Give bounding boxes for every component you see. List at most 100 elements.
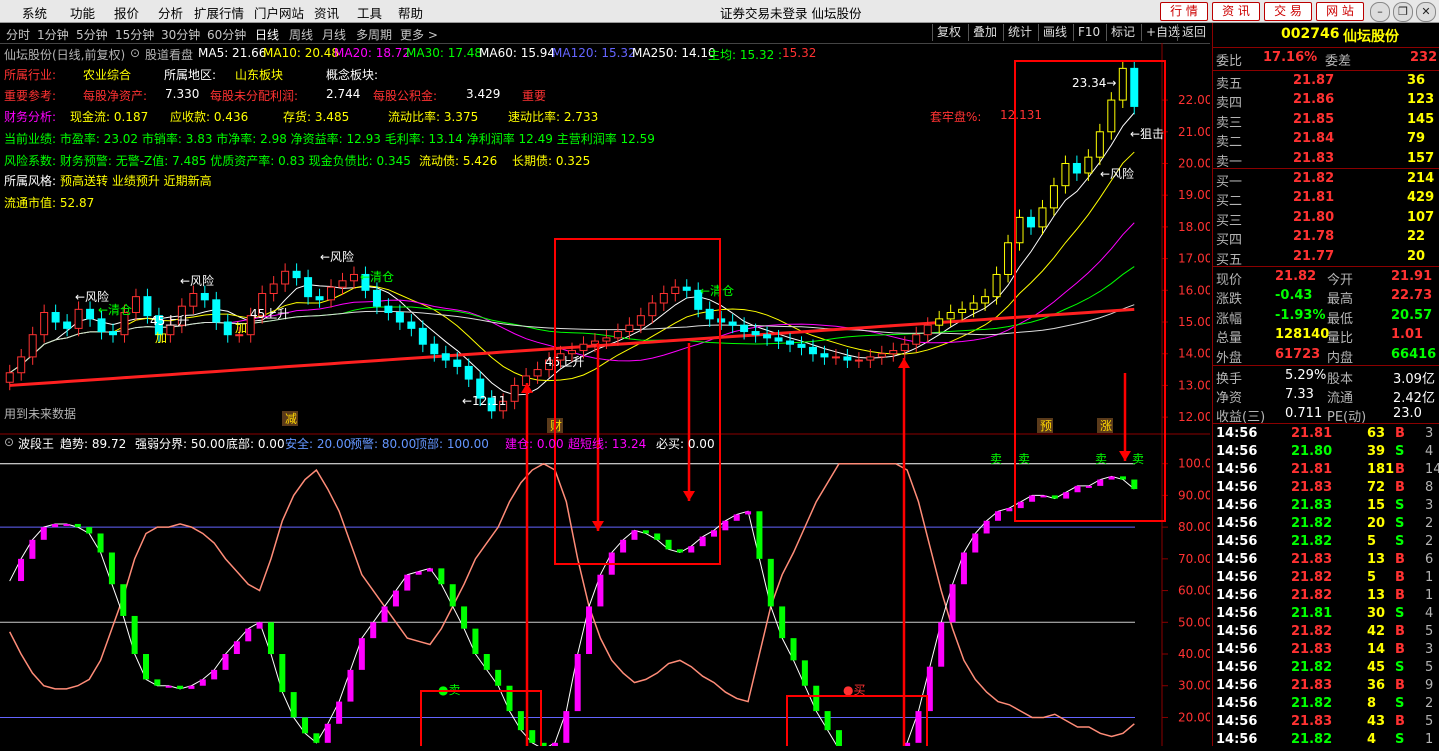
osc-tick-label: 30.00 <box>1178 679 1210 693</box>
trend-bar <box>665 539 672 550</box>
chart-area[interactable]: 12.00 13.00 14.00 15.00 16.00 17.00 18.00 19.00… <box>0 43 1210 746</box>
market-button[interactable]: 行 情 <box>1160 2 1208 21</box>
bid-level[interactable]: 买五 21.77 20 <box>1213 248 1439 268</box>
close-icon[interactable]: ✕ <box>1416 2 1436 22</box>
tick-row[interactable]: 14:56 21.80 39 S 4 <box>1213 443 1439 463</box>
tick-row-cell: 21.81 <box>1291 462 1333 477</box>
candle-body <box>292 270 301 279</box>
ask-level[interactable]: 卖三 21.85 145 <box>1213 111 1439 131</box>
trend-bar <box>688 546 695 553</box>
trend-bar <box>1119 476 1126 480</box>
f10-button[interactable]: F10 <box>1073 24 1104 41</box>
tick-row[interactable]: 14:56 21.82 42 B 5 <box>1213 623 1439 643</box>
ask-level[interactable]: 卖五 21.87 36 <box>1213 72 1439 92</box>
zone-label: ●买 <box>843 683 865 697</box>
candle-body <box>751 331 760 336</box>
news-button[interactable]: 资 讯 <box>1212 2 1260 21</box>
tab-intraday[interactable]: 分时 <box>6 26 30 43</box>
bid-level[interactable]: 买三 21.80 107 <box>1213 209 1439 229</box>
stat-row[interactable]: 现价 21.82 今开 21.91 <box>1213 268 1439 288</box>
stat2-row[interactable]: 收益(三) 0.711 PE(动) 23.0 <box>1213 405 1439 425</box>
tick-row[interactable]: 14:56 21.83 72 B 8 <box>1213 479 1439 499</box>
candle-body <box>338 280 347 288</box>
tick-row[interactable]: 14:56 21.83 14 B 3 <box>1213 641 1439 661</box>
back-button[interactable]: 返回 <box>1177 24 1210 41</box>
stat-row[interactable]: 外盘 61723 内盘 66416 <box>1213 346 1439 366</box>
tick-row[interactable]: 14:56 21.81 181 B 14 <box>1213 461 1439 481</box>
tick-row[interactable]: 14:56 21.83 15 S 3 <box>1213 497 1439 517</box>
ask-level[interactable]: 卖一 21.83 157 <box>1213 150 1439 170</box>
tick-row[interactable]: 14:56 21.82 8 S 2 <box>1213 695 1439 715</box>
stat-row[interactable]: 涨跌 -0.43 最高 22.73 <box>1213 287 1439 307</box>
candle-body <box>464 365 473 380</box>
tick-row[interactable]: 14:56 21.82 4 S 1 <box>1213 731 1439 751</box>
menu-news[interactable]: 资讯 <box>314 3 339 22</box>
candle-body <box>912 334 921 345</box>
tick-row-cell: 14:56 <box>1216 696 1258 711</box>
safe-value: 安全: 20.00 <box>285 437 352 451</box>
candle-body <box>189 292 198 307</box>
candle-body <box>453 359 462 367</box>
menu-system[interactable]: 系统 <box>22 3 47 22</box>
tab-monthly[interactable]: 月线 <box>322 26 346 43</box>
tick-row-cell: S <box>1395 606 1405 621</box>
stat2-row[interactable]: 净资 7.33 流通 2.42亿 <box>1213 386 1439 406</box>
menu-tools[interactable]: 工具 <box>357 3 382 22</box>
tab-more[interactable]: 更多 > <box>400 26 438 43</box>
tick-row[interactable]: 14:56 21.82 5 B 1 <box>1213 569 1439 589</box>
tab-daily[interactable]: 日线 <box>255 26 279 43</box>
adjust-button[interactable]: 复权 <box>932 24 965 41</box>
candle-body <box>372 289 381 307</box>
tab-5min[interactable]: 5分钟 <box>76 26 108 43</box>
mark-button[interactable]: 标记 <box>1106 24 1139 41</box>
stat2-row[interactable]: 换手 5.29% 股本 3.09亿 <box>1213 367 1439 387</box>
ask-level[interactable]: 卖四 21.86 123 <box>1213 91 1439 111</box>
stat-row[interactable]: 总量 128140 量比 1.01 <box>1213 326 1439 346</box>
tab-30min[interactable]: 30分钟 <box>161 26 200 43</box>
tick-row[interactable]: 14:56 21.82 45 S 5 <box>1213 659 1439 679</box>
tab-1min[interactable]: 1分钟 <box>37 26 69 43</box>
arrow-head <box>898 358 910 368</box>
restore-icon[interactable]: ❐ <box>1393 2 1413 22</box>
bid-level[interactable]: 买一 21.82 214 <box>1213 170 1439 190</box>
weibi-label: 委比 <box>1216 54 1243 69</box>
stat-row[interactable]: 涨幅 -1.93% 最低 20.57 <box>1213 307 1439 327</box>
menu-ext-quote[interactable]: 扩展行情 <box>194 3 244 22</box>
bid-level[interactable]: 买四 21.78 22 <box>1213 228 1439 248</box>
price-tick-label: 16.00 <box>1178 283 1210 297</box>
tab-multi-period[interactable]: 多周期 <box>356 26 392 43</box>
bid-level[interactable]: 买二 21.81 429 <box>1213 189 1439 209</box>
ask-level-cell: 卖五 <box>1216 77 1243 92</box>
trade-button[interactable]: 交 易 <box>1264 2 1312 21</box>
candle-body <box>958 308 967 314</box>
tick-row[interactable]: 14:56 21.83 13 B 6 <box>1213 551 1439 571</box>
tick-row[interactable]: 14:56 21.82 5 S 2 <box>1213 533 1439 553</box>
tab-15min[interactable]: 15分钟 <box>115 26 154 43</box>
ask-level[interactable]: 卖二 21.84 79 <box>1213 130 1439 150</box>
tab-weekly[interactable]: 周线 <box>289 26 313 43</box>
tick-row[interactable]: 14:56 21.83 43 B 5 <box>1213 713 1439 733</box>
tick-row-cell: 21.82 <box>1291 624 1333 639</box>
tick-row[interactable]: 14:56 21.81 30 S 4 <box>1213 605 1439 625</box>
draw-button[interactable]: 画线 <box>1038 24 1071 41</box>
menu-function[interactable]: 功能 <box>70 3 95 22</box>
stats-button[interactable]: 统计 <box>1003 24 1036 41</box>
tick-row-cell: 13 <box>1367 552 1386 567</box>
website-button[interactable]: 网 站 <box>1316 2 1364 21</box>
menu-help[interactable]: 帮助 <box>398 3 423 22</box>
menu-portal[interactable]: 门户网站 <box>254 3 304 22</box>
menu-quote[interactable]: 报价 <box>114 3 139 22</box>
tick-row[interactable]: 14:56 21.81 63 B 3 <box>1213 425 1439 445</box>
tick-row[interactable]: 14:56 21.83 36 B 9 <box>1213 677 1439 697</box>
tick-row-cell: 21.80 <box>1291 444 1333 459</box>
indicator-toggle-icon-2[interactable]: ⊙ <box>4 435 14 449</box>
overlay-button[interactable]: 叠加 <box>968 24 1001 41</box>
warn-value: 预警: 80.00 <box>350 437 417 451</box>
trend-bar <box>177 685 184 689</box>
minimize-icon[interactable]: – <box>1370 2 1390 22</box>
menu-analysis[interactable]: 分析 <box>158 3 183 22</box>
tick-row[interactable]: 14:56 21.82 13 B 1 <box>1213 587 1439 607</box>
tab-60min[interactable]: 60分钟 <box>207 26 246 43</box>
indicator-title[interactable]: 波段王 <box>18 435 54 452</box>
tick-row[interactable]: 14:56 21.82 20 S 2 <box>1213 515 1439 535</box>
